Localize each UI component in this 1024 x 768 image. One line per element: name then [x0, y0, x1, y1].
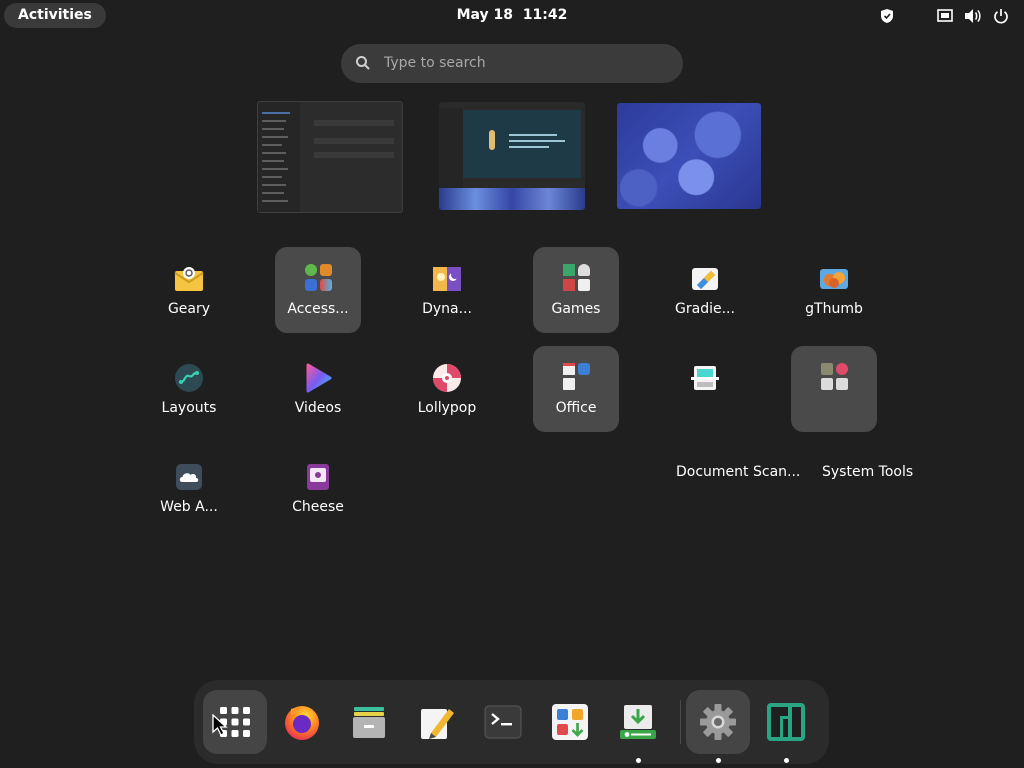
dock-separator: [680, 700, 681, 744]
app-gthumb[interactable]: gThumb: [791, 247, 877, 333]
dock-settings[interactable]: [686, 690, 750, 763]
geary-icon: [173, 263, 205, 295]
app-label: Dyna...: [422, 301, 472, 317]
settings-gear-icon: [699, 703, 737, 741]
dock-software[interactable]: [538, 690, 602, 754]
app-document-scanner[interactable]: [662, 346, 748, 432]
dock-terminal[interactable]: [471, 690, 535, 754]
app-lollypop[interactable]: Lollypop: [404, 346, 490, 432]
date-label: May 18: [456, 7, 514, 23]
app-label: gThumb: [805, 301, 863, 317]
game-window-thumbnail[interactable]: [439, 102, 585, 210]
folder-accessories[interactable]: Access...: [275, 247, 361, 333]
app-label: Gradie...: [675, 301, 735, 317]
firefox-icon: [283, 703, 321, 741]
folder-label: Office: [555, 400, 597, 416]
network-wired-icon[interactable]: [936, 7, 954, 25]
lollypop-icon: [431, 362, 463, 394]
top-bar: Activities May 18 11:42: [0, 0, 1024, 32]
folder-label: System Tools: [822, 464, 914, 480]
layouts-icon: [173, 362, 205, 394]
software-center-icon: [551, 703, 589, 741]
search-field[interactable]: Type to search: [341, 44, 683, 83]
dock: [194, 680, 829, 764]
folder-system-tools[interactable]: [791, 346, 877, 432]
dock-files[interactable]: [337, 690, 401, 754]
package-installer-icon: [619, 703, 657, 741]
shield-icon[interactable]: [878, 7, 896, 25]
time-label: 11:42: [522, 7, 568, 23]
running-indicator: [784, 758, 789, 763]
web-apps-icon: [173, 461, 205, 493]
volume-icon[interactable]: [964, 7, 982, 25]
clock: May 18 11:42: [0, 7, 1024, 23]
dock-package-installer[interactable]: [606, 690, 670, 763]
system-tray[interactable]: [878, 7, 1010, 25]
gradience-icon: [689, 263, 721, 295]
app-label: Document Scan...: [676, 464, 801, 480]
folder-games[interactable]: Games: [533, 247, 619, 333]
running-indicator: [636, 758, 641, 763]
app-geary[interactable]: Geary: [146, 247, 232, 333]
search-placeholder: Type to search: [384, 55, 486, 71]
running-indicator: [716, 758, 721, 763]
app-label: Lollypop: [417, 400, 477, 416]
videos-play-icon: [302, 362, 334, 394]
system-tools-folder-icon: [818, 360, 850, 392]
search-icon: [355, 55, 371, 71]
app-layouts[interactable]: Layouts: [146, 346, 232, 432]
dynamic-wallpaper-icon: [431, 263, 463, 295]
gthumb-icon: [818, 263, 850, 295]
manjaro-logo-icon: [767, 703, 805, 741]
mouse-cursor-icon: [212, 714, 228, 736]
folder-label: Games: [551, 301, 601, 317]
activities-button[interactable]: Activities: [4, 3, 106, 28]
app-label: Geary: [167, 301, 211, 317]
wallpaper-window-thumbnail[interactable]: [617, 103, 761, 209]
app-web-apps[interactable]: Web A...: [146, 445, 232, 531]
clock-button[interactable]: May 18 11:42: [457, 7, 568, 23]
file-manager-icon: [350, 703, 388, 741]
power-icon[interactable]: [992, 7, 1010, 25]
dock-text-editor[interactable]: [404, 690, 468, 754]
app-cheese[interactable]: Cheese: [275, 445, 361, 531]
app-gradience[interactable]: Gradie...: [662, 247, 748, 333]
app-label: Videos: [294, 400, 342, 416]
folder-office[interactable]: Office: [533, 346, 619, 432]
dock-firefox[interactable]: [270, 690, 334, 754]
office-folder-icon: [560, 360, 592, 392]
accessories-folder-icon: [302, 261, 334, 293]
app-videos[interactable]: Videos: [275, 346, 361, 432]
terminal-icon: [484, 703, 522, 741]
app-label: Cheese: [292, 499, 344, 515]
folder-label: Access...: [287, 301, 349, 317]
text-editor-icon: [417, 703, 455, 741]
cheese-icon: [302, 461, 334, 493]
app-label: Layouts: [161, 400, 217, 416]
app-label: Web A...: [160, 499, 218, 515]
settings-window-thumbnail[interactable]: [257, 101, 403, 213]
document-scanner-icon: [689, 362, 721, 394]
dock-manjaro[interactable]: [754, 690, 818, 763]
app-dynamic-wallpaper[interactable]: Dyna...: [404, 247, 490, 333]
games-folder-icon: [560, 261, 592, 293]
